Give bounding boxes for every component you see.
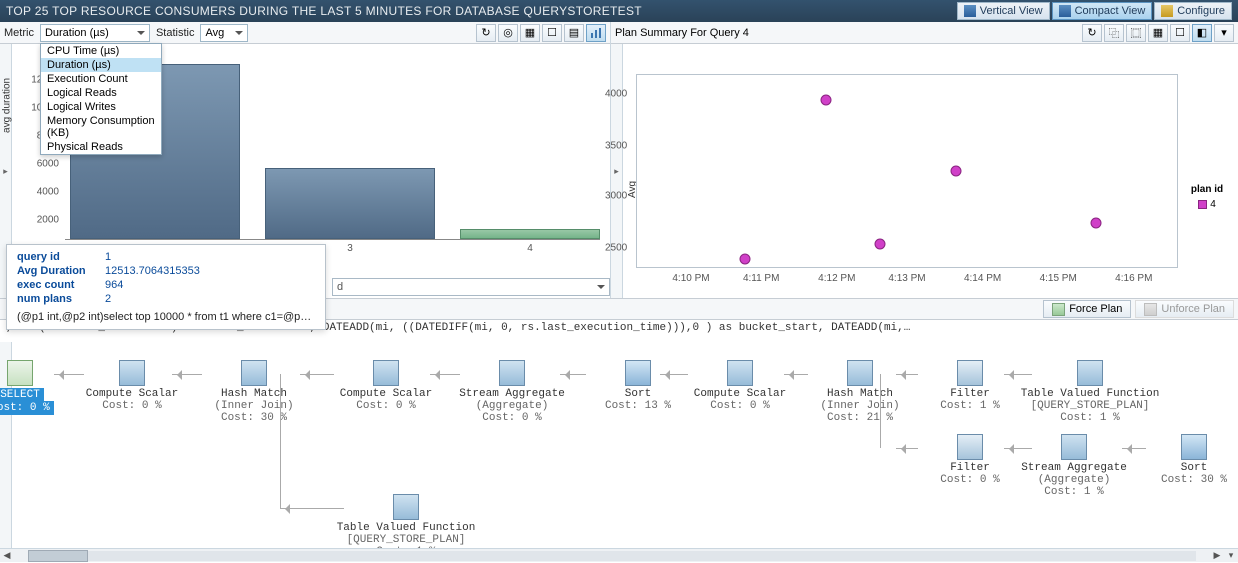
scatter-point[interactable] [950,166,961,177]
scroll-left-icon[interactable]: ◀ [0,549,14,563]
scatter-point[interactable] [875,238,886,249]
op-filter[interactable]: FilterCost: 0 % [910,434,1030,486]
app-header: TOP 25 TOP RESOURCE CONSUMERS DURING THE… [0,0,1238,22]
unforce-plan-icon [1144,303,1157,316]
refresh-icon[interactable]: ↻ [476,24,496,42]
bar-query-4[interactable] [460,229,600,239]
bar-xtick: 4 [527,243,533,254]
plan-compare-icon[interactable]: ⿴ [1126,24,1146,42]
force-plan-button[interactable]: Force Plan [1043,300,1131,318]
plan-grid-icon[interactable]: ▦ [1148,24,1168,42]
statistic-label: Statistic [156,27,195,39]
op-select[interactable]: SELECT Cost: 0 % [0,360,58,415]
bar-query-3[interactable] [265,168,435,239]
metric-label: Metric [4,27,34,39]
scroll-thumb[interactable] [28,550,88,562]
metric-option[interactable]: Memory Consumption (KB) [41,114,161,140]
chart-view-icon[interactable] [586,24,606,42]
target-icon[interactable]: ◎ [498,24,518,42]
metric-option[interactable]: Execution Count [41,72,161,86]
vertical-view-button[interactable]: Vertical View [957,2,1050,20]
scatter-area-wrap: ▸ Avg 2500 3000 3500 4000 4:10 PM 4:11 P… [611,44,1238,298]
plan-summary-bar: Plan Summary For Query 4 ↻ ⿻ ⿴ ▦ ☐ ◧ ▾ [611,22,1238,44]
op-compute-scalar[interactable]: Compute ScalarCost: 0 % [326,360,446,412]
op-hash-match[interactable]: Hash Match(Inner Join)Cost: 30 % [194,360,314,424]
horizontal-scrollbar[interactable]: ◀ ▶ ▾ [0,548,1238,562]
refresh-icon[interactable]: ↻ [1082,24,1102,42]
op-compute-scalar[interactable]: Compute ScalarCost: 0 % [680,360,800,412]
op-stream-aggregate[interactable]: Stream Aggregate(Aggregate)Cost: 1 % [1014,434,1134,498]
legend: plan id 4 [1182,184,1232,210]
scatter-plot: 2500 3000 3500 4000 4:10 PM 4:11 PM 4:12… [636,74,1178,268]
plan-summary-title: Plan Summary For Query 4 [615,27,749,39]
plan-summary-pane: Plan Summary For Query 4 ↻ ⿻ ⿴ ▦ ☐ ◧ ▾ ▸… [611,22,1238,298]
plan-chart-icon[interactable]: ◧ [1192,24,1212,42]
bar-tooltip: query id1 Avg Duration12513.7064315353 e… [6,244,326,330]
left-icon-bar: ↻ ◎ ▦ ☐ ▤ [476,24,606,42]
metric-option[interactable]: Logical Writes [41,100,161,114]
execution-plan-area[interactable]: SELECT Cost: 0 % Compute ScalarCost: 0 %… [0,342,1238,548]
table-view-icon[interactable]: ☐ [542,24,562,42]
op-sort[interactable]: SortCost: 30 % [1134,434,1238,486]
metric-select[interactable]: Duration (µs) [40,24,150,42]
op-tvf[interactable]: Table Valued Function[QUERY_STORE_PLAN]C… [1010,360,1170,424]
force-plan-icon [1052,303,1065,316]
filter-bar: Metric Duration (µs) Statistic Avg ↻ ◎ ▦… [0,22,610,44]
scroll-menu-icon[interactable]: ▾ [1224,549,1238,563]
configure-icon [1161,5,1173,17]
unforce-plan-button[interactable]: Unforce Plan [1135,300,1234,318]
scroll-right-icon[interactable]: ▶ [1210,549,1224,563]
metric-option[interactable]: Physical Reads [41,140,161,154]
chevron-down-icon[interactable]: ▾ [1214,24,1234,42]
configure-button[interactable]: Configure [1154,2,1232,20]
header-view-buttons: Vertical View Compact View Configure [957,2,1232,20]
plan-tree-icon[interactable]: ⿻ [1104,24,1124,42]
metric-option[interactable]: Duration (µs) [41,58,161,72]
expand-tab-right[interactable]: ▸ [611,44,623,298]
grid-view-icon[interactable]: ▦ [520,24,540,42]
header-title: TOP 25 TOP RESOURCE CONSUMERS DURING THE… [6,0,642,22]
compact-view-button[interactable]: Compact View [1052,2,1153,20]
compact-icon [1059,5,1071,17]
op-tvf[interactable]: Table Valued Function[QUERY_STORE_PLAN]C… [326,494,486,548]
scatter-point[interactable] [821,94,832,105]
right-icon-bar: ↻ ⿻ ⿴ ▦ ☐ ◧ ▾ [1082,24,1234,42]
metric-dropdown[interactable]: CPU Time (µs) Duration (µs) Execution Co… [40,43,162,155]
metric-option[interactable]: CPU Time (µs) [41,44,161,58]
bar-xtick: 3 [347,243,353,254]
metric-option[interactable]: Logical Reads [41,86,161,100]
op-compute-scalar[interactable]: Compute ScalarCost: 0 % [72,360,192,412]
x-axis-select[interactable]: d [332,278,610,296]
scatter-point[interactable] [1091,217,1102,228]
legend-swatch [1198,200,1207,209]
scatter-point[interactable] [740,254,751,265]
plan-table-icon[interactable]: ☐ [1170,24,1190,42]
vertical-icon [964,5,976,17]
op-stream-aggregate[interactable]: Stream Aggregate(Aggregate)Cost: 0 % [452,360,572,424]
list-view-icon[interactable]: ▤ [564,24,584,42]
bar-y-label: avg duration [2,78,13,133]
statistic-select[interactable]: Avg [200,24,248,42]
